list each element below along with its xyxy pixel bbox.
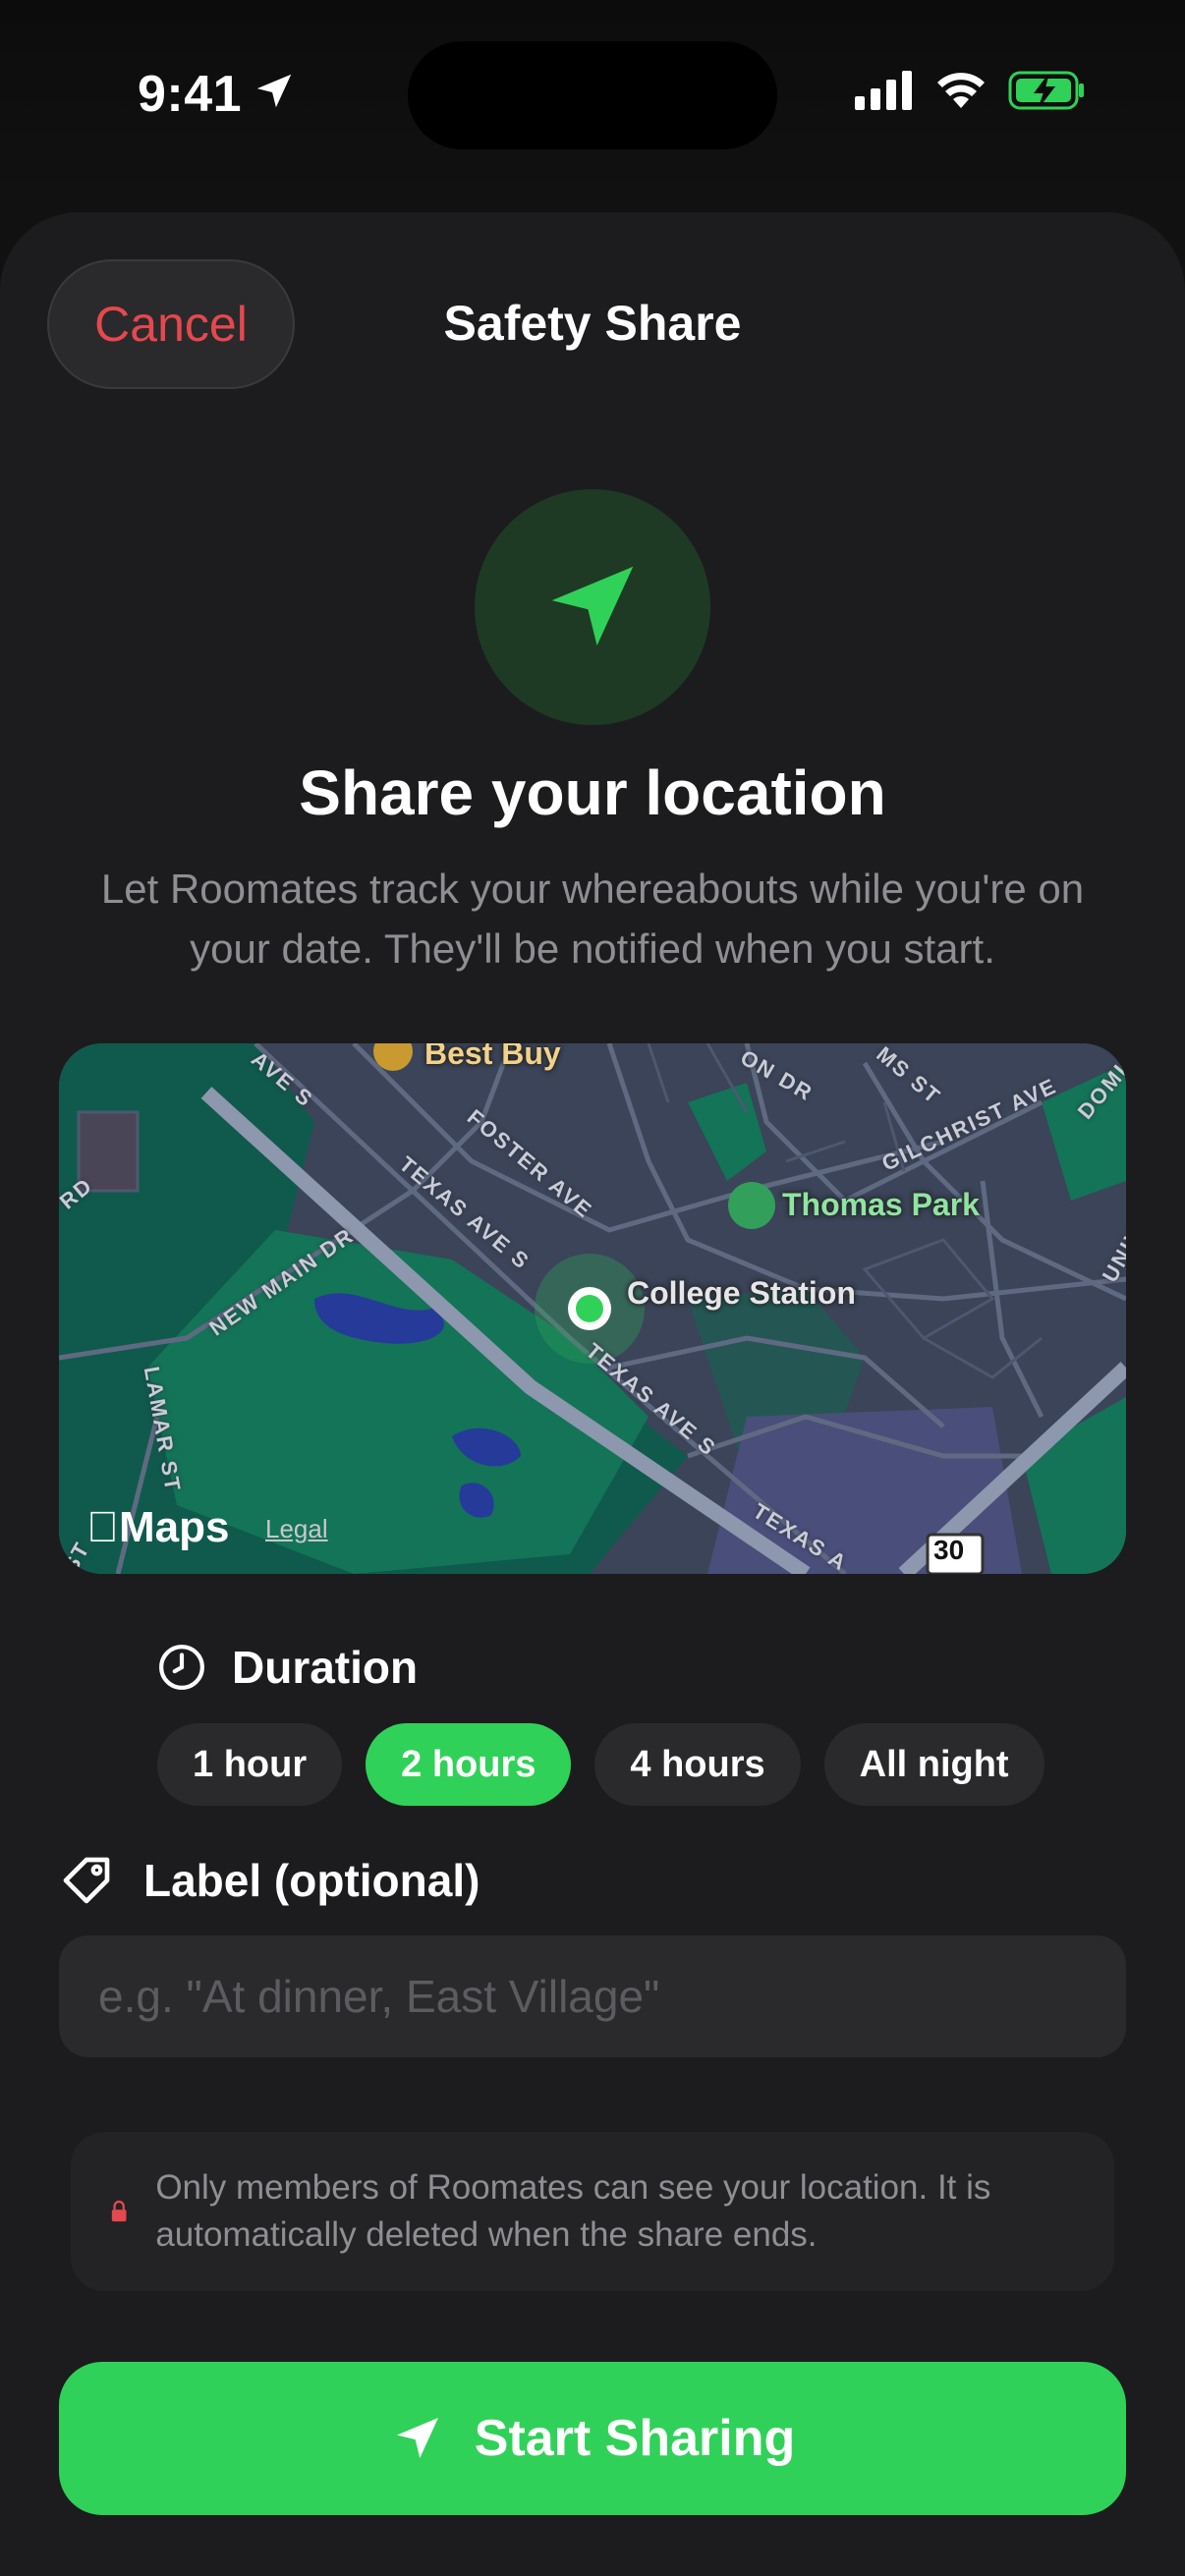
duration-option-4-hours[interactable]: 4 hours: [594, 1723, 801, 1806]
cancel-button[interactable]: Cancel: [47, 259, 295, 389]
apple-maps-logo: Maps: [86, 1503, 229, 1551]
location-arrow-icon: [396, 2418, 438, 2458]
dynamic-island: [408, 41, 777, 149]
map-preview[interactable]: Best Buy Thomas Park College Station AVE…: [59, 1043, 1126, 1574]
hero-title: Share your location: [299, 757, 886, 828]
map-route-shield: 30: [933, 1535, 965, 1565]
privacy-note-text: Only members of Roomates can see your lo…: [155, 2168, 991, 2254]
duration-option-2-hours[interactable]: 2 hours: [366, 1723, 572, 1806]
status-bar: 9:41: [0, 0, 1185, 196]
duration-option-1-hour[interactable]: 1 hour: [157, 1723, 343, 1806]
start-sharing-button[interactable]: Start Sharing: [59, 2362, 1126, 2515]
battery-charging-icon: [1008, 71, 1084, 110]
status-time: 9:41: [138, 66, 243, 123]
hero-description: Let Roomates track your whereabouts whil…: [100, 866, 1085, 972]
duration-option-all-night[interactable]: All night: [823, 1723, 1044, 1806]
wifi-icon: [937, 73, 985, 108]
status-icons: [855, 71, 1087, 110]
start-sharing-label: Start Sharing: [474, 2410, 796, 2467]
label-input[interactable]: [59, 1935, 1126, 2057]
duration-header: Duration: [157, 1641, 418, 1694]
location-arrow-icon: [551, 566, 634, 645]
clock-icon: [159, 1645, 204, 1690]
location-arrow-icon: [256, 74, 292, 108]
hero-icon-circle: [475, 489, 710, 725]
label-header: Label (optional): [59, 1853, 480, 1908]
safety-share-sheet: Safety Share Cancel Share your location …: [0, 212, 1185, 2576]
screen: 9:41 Safety Share Cancel Share your loca…: [0, 0, 1185, 2576]
label-field-title: Label (optional): [143, 1855, 480, 1906]
signal-icon: [855, 71, 912, 110]
privacy-note: Only members of Roomates can see your lo…: [71, 2132, 1114, 2291]
duration-options: 1 hour 2 hours 4 hours All night: [157, 1723, 1044, 1806]
map-legal-link[interactable]: Legal: [265, 1514, 328, 1544]
lock-icon: [111, 2200, 127, 2222]
map-poi-thomas-park: Thomas Park: [782, 1187, 980, 1222]
map-poi-best-buy: Best Buy: [424, 1043, 561, 1071]
duration-label: Duration: [232, 1642, 419, 1693]
map-current-place: College Station: [627, 1275, 856, 1311]
tag-icon: [63, 1857, 110, 1904]
